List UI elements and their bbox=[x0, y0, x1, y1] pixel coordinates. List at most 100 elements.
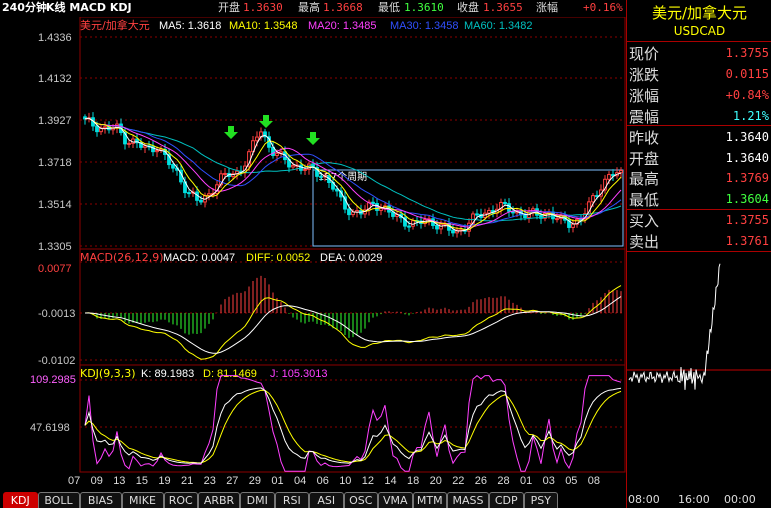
x-tick: 28 bbox=[497, 475, 509, 487]
tab-bias[interactable]: BIAS bbox=[79, 492, 122, 508]
macd-histogram bbox=[88, 275, 622, 338]
x-tick: 03 bbox=[543, 475, 555, 487]
tab-psy[interactable]: PSY bbox=[523, 492, 558, 508]
open-label: 开盘 bbox=[218, 1, 240, 14]
y-tick-6: 1.3305 bbox=[38, 241, 72, 253]
tab-osc[interactable]: OSC bbox=[343, 492, 378, 508]
price-y-ticks: 1.4336 1.4132 1.3927 1.3718 1.3514 1.330… bbox=[38, 32, 72, 253]
time-tick: 00:00 bbox=[724, 493, 756, 506]
x-tick: 10 bbox=[339, 475, 351, 487]
x-tick: 15 bbox=[136, 475, 148, 487]
quote-label: 震幅 bbox=[629, 107, 660, 126]
tab-mike[interactable]: MIKE bbox=[121, 492, 164, 508]
tab-kdj[interactable]: KDJ bbox=[3, 492, 38, 508]
quote-value: 1.3604 bbox=[725, 192, 769, 207]
tab-vma[interactable]: VMA bbox=[378, 492, 413, 508]
x-tick: 14 bbox=[384, 475, 396, 487]
tab-boll[interactable]: BOLL bbox=[37, 492, 80, 508]
tab-mtm[interactable]: MTM bbox=[412, 492, 447, 508]
kdj-header: KDJ(9,3,3) bbox=[80, 367, 136, 380]
tab-roc[interactable]: ROC bbox=[163, 492, 198, 508]
quote-row: 昨收 1.3640 bbox=[627, 126, 771, 148]
period-label[interactable]: 240分钟 bbox=[2, 1, 47, 14]
tab-dmi[interactable]: DMI bbox=[240, 492, 275, 508]
quote-label: 最低 bbox=[629, 191, 660, 210]
x-tick: 07 bbox=[68, 475, 80, 487]
candle-body bbox=[319, 175, 323, 178]
x-tick: 19 bbox=[158, 475, 170, 487]
candle-body bbox=[223, 172, 227, 175]
quote-value: 1.3755 bbox=[725, 46, 769, 60]
quote-code: USDCAD bbox=[673, 24, 726, 38]
title-bar: 240分钟 K线 MACD KDJ 开盘 1.3630 最高 1.3668 最低… bbox=[0, 0, 626, 17]
quote-label: 涨幅 bbox=[629, 86, 660, 105]
tab-arbr[interactable]: ARBR bbox=[198, 492, 240, 508]
x-tick: 22 bbox=[452, 475, 464, 487]
x-tick: 13 bbox=[113, 475, 125, 487]
quote-label: 最高 bbox=[629, 170, 660, 189]
candle-body bbox=[371, 201, 375, 205]
tab-asi[interactable]: ASI bbox=[309, 492, 344, 508]
indicator-tabs: KDJ BOLL BIAS MIKE ROC ARBR DMI RSI ASI OSC VMA MTM… bbox=[0, 490, 626, 508]
quote-row: 最高 1.3769 bbox=[627, 167, 771, 189]
quote-row: 震幅 1.21% bbox=[627, 105, 771, 127]
quote-row: 最低 1.3604 bbox=[627, 188, 771, 210]
macd-header: MACD(26,12,9) bbox=[80, 251, 164, 264]
ma30-legend: MA30: 1.3458 bbox=[390, 20, 459, 32]
candle-body bbox=[171, 164, 175, 169]
tab-cdp[interactable]: CDP bbox=[489, 492, 524, 508]
candle-body bbox=[475, 213, 479, 216]
quote-value: 1.3640 bbox=[725, 150, 769, 165]
down-arrow-icon bbox=[259, 115, 273, 128]
quote-row: 买入 1.3755 bbox=[627, 209, 771, 231]
quote-row: 卖出 1.3761 bbox=[627, 230, 771, 252]
candle-body bbox=[487, 210, 491, 214]
quote-value: 1.3769 bbox=[725, 171, 769, 186]
x-tick: 06 bbox=[317, 475, 329, 487]
quote-name: 美元/加拿大元 bbox=[651, 4, 748, 22]
y-tick-4: 1.3718 bbox=[38, 157, 72, 169]
intraday-line bbox=[628, 263, 721, 390]
tab-rsi[interactable]: RSI bbox=[274, 492, 309, 508]
chart-frame bbox=[79, 17, 626, 473]
intraday-chart[interactable] bbox=[627, 252, 771, 492]
change-value: +0.16% bbox=[583, 1, 623, 14]
x-tick: 26 bbox=[475, 475, 487, 487]
candle-body bbox=[103, 126, 107, 129]
x-tick: 29 bbox=[249, 475, 261, 487]
time-tick: 08:00 bbox=[628, 493, 660, 506]
chart-area[interactable]: 1.4336 1.4132 1.3927 1.3718 1.3514 1.330… bbox=[0, 17, 626, 490]
candle-body bbox=[407, 225, 411, 228]
candle-body bbox=[127, 142, 131, 145]
quote-value: 0.0115 bbox=[725, 66, 769, 81]
x-tick: 08 bbox=[588, 475, 600, 487]
ma10-legend: MA10: 1.3548 bbox=[229, 20, 298, 32]
candle-body bbox=[187, 192, 191, 195]
candle-body bbox=[347, 208, 351, 216]
low-value: 1.3610 bbox=[404, 1, 444, 14]
symbol-title: 美元/加拿大元 bbox=[80, 18, 150, 32]
candle-body bbox=[451, 229, 455, 234]
quote-value: 1.3761 bbox=[725, 234, 769, 249]
y-tick-1: 1.4336 bbox=[38, 32, 72, 44]
tab-mass[interactable]: MASS bbox=[447, 492, 489, 508]
macd-y-tick-1: 0.0077 bbox=[38, 263, 72, 275]
quote-value: 1.3640 bbox=[725, 129, 769, 144]
quote-label: 卖出 bbox=[629, 233, 660, 252]
x-axis: 07 09 13 15 19 21 23 27 29 01 04 06 10 12 14 18 20 22 26 28… bbox=[68, 475, 600, 487]
candle-body bbox=[555, 218, 559, 221]
macd-y-tick-2: -0.0013 bbox=[38, 308, 75, 320]
candle-body bbox=[523, 214, 527, 218]
down-arrow-icon bbox=[224, 126, 238, 139]
low-label: 最低 bbox=[378, 1, 400, 14]
dea-value: DEA: 0.0029 bbox=[320, 252, 382, 264]
quote-value: +0.84% bbox=[725, 87, 769, 102]
candle-body bbox=[155, 150, 159, 153]
time-tick: 16:00 bbox=[678, 493, 710, 506]
x-tick: 01 bbox=[271, 475, 283, 487]
x-tick: 27 bbox=[226, 475, 238, 487]
quote-label: 开盘 bbox=[629, 149, 660, 168]
k-value: K: 89.1983 bbox=[141, 368, 194, 380]
high-label: 最高 bbox=[298, 1, 320, 14]
x-tick: 01 bbox=[520, 475, 532, 487]
